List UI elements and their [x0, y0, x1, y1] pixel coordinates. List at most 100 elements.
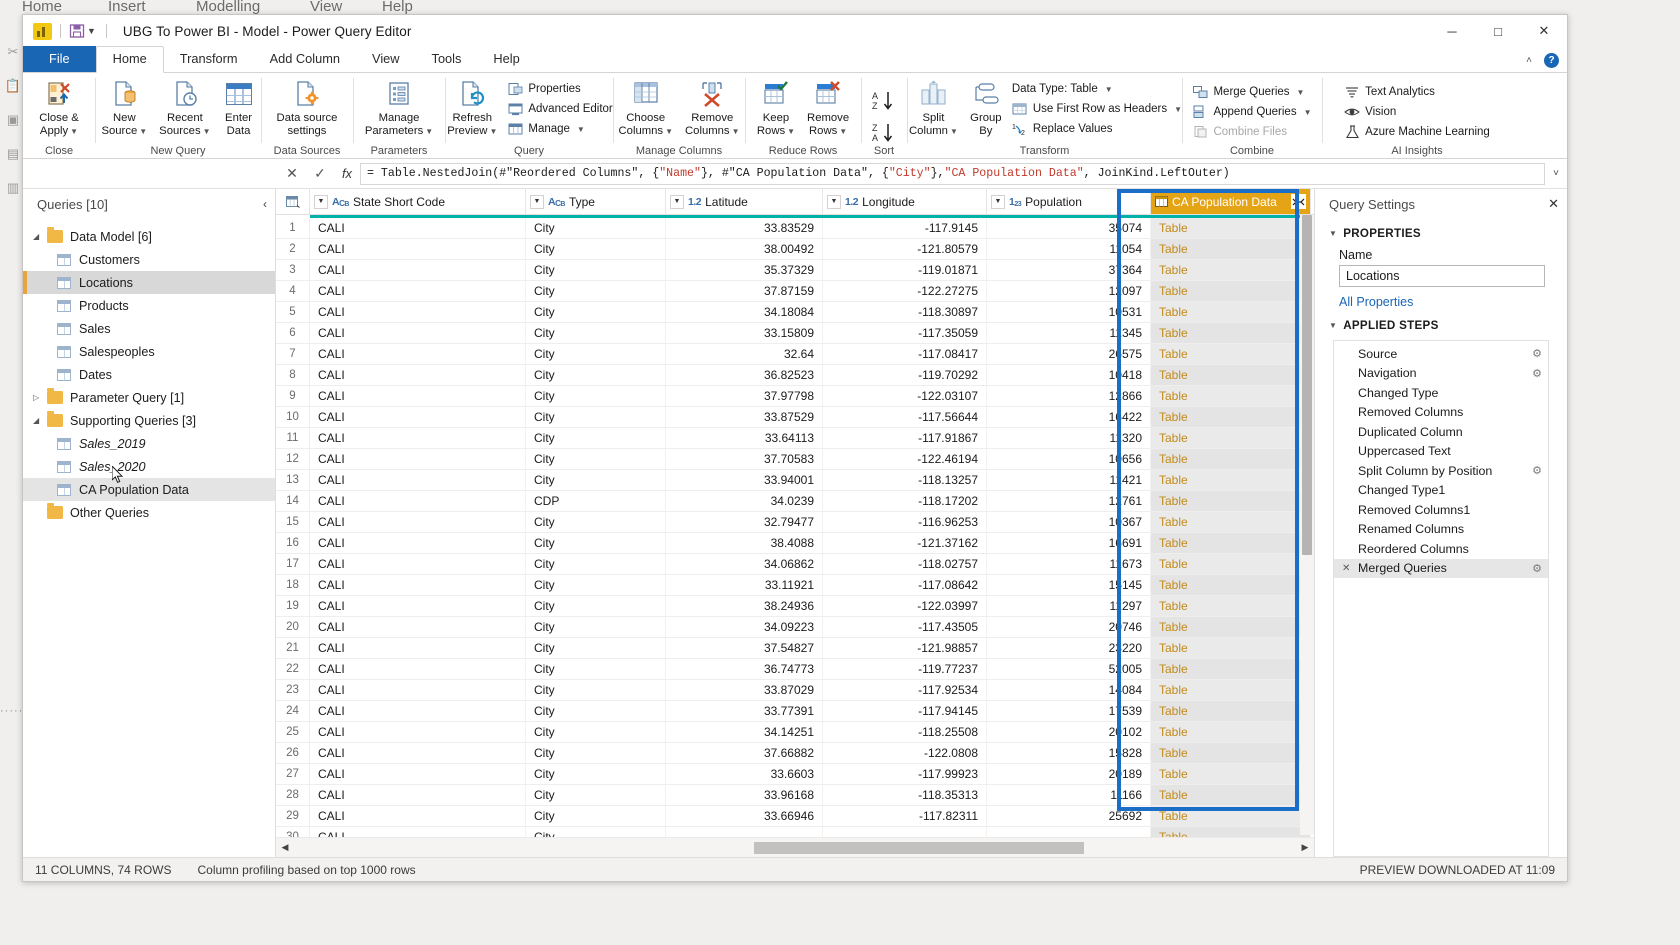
chevron-down-icon[interactable]: ▼	[139, 127, 147, 136]
cell-longitude[interactable]: -118.17202	[823, 491, 987, 511]
table-row[interactable]: 7 CALI City 32.64 -117.08417 26575 Table	[276, 344, 1314, 365]
cell-longitude[interactable]: -119.01871	[823, 260, 987, 280]
table-row[interactable]: 16 CALI City 38.4088 -121.37162 16691 Table	[276, 533, 1314, 554]
cell-longitude[interactable]: -117.9145	[823, 218, 987, 238]
cell-longitude[interactable]: -116.96253	[823, 512, 987, 532]
cell-state-short-code[interactable]: CALI	[310, 701, 526, 721]
cell-latitude[interactable]: 33.15809	[666, 323, 823, 343]
refresh-preview-button[interactable]: Refresh Preview ▼	[441, 76, 503, 140]
applied-step-changed-type[interactable]: Changed Type	[1334, 383, 1548, 403]
cell-ca-population-data[interactable]: Table	[1151, 722, 1311, 742]
cell-longitude[interactable]: -117.56644	[823, 407, 987, 427]
cell-state-short-code[interactable]: CALI	[310, 470, 526, 490]
column-header-state-short-code[interactable]: ▼ A C B State Short Code	[310, 189, 526, 214]
cell-state-short-code[interactable]: CALI	[310, 743, 526, 763]
vision-button[interactable]: Vision	[1340, 102, 1494, 122]
cell-ca-population-data[interactable]: Table	[1151, 575, 1311, 595]
table-row[interactable]: 18 CALI City 33.11921 -117.08642 15145 Table	[276, 575, 1314, 596]
table-row[interactable]: 19 CALI City 38.24936 -122.03997 11297 Table	[276, 596, 1314, 617]
split-column-button[interactable]: Split Column ▼	[903, 76, 964, 140]
query-item-customers[interactable]: Customers	[23, 248, 275, 271]
cell-state-short-code[interactable]: CALI	[310, 344, 526, 364]
chevron-down-icon[interactable]: ▼	[1105, 85, 1113, 94]
cell-latitude[interactable]: 38.24936	[666, 596, 823, 616]
host-tab-help[interactable]: Help	[382, 0, 413, 15]
cell-type[interactable]: City	[526, 827, 666, 837]
cell-latitude[interactable]	[666, 827, 823, 837]
cell-ca-population-data[interactable]: Table	[1151, 806, 1311, 826]
chevron-down-icon[interactable]: ▼	[1297, 88, 1305, 97]
query-item-sales[interactable]: Sales	[23, 317, 275, 340]
cell-population[interactable]: 12097	[987, 281, 1151, 301]
cell-state-short-code[interactable]: CALI	[310, 596, 526, 616]
cell-population[interactable]: 20102	[987, 722, 1151, 742]
column-filter-icon[interactable]: ▼	[530, 194, 544, 209]
chevron-down-icon[interactable]: ▼	[665, 127, 673, 136]
enter-data-button[interactable]: Enter Data	[217, 76, 261, 139]
table-row[interactable]: 22 CALI City 36.74773 -119.77237 52005 Table	[276, 659, 1314, 680]
table-row[interactable]: 11 CALI City 33.64113 -117.91867 11320 Table	[276, 428, 1314, 449]
cell-longitude[interactable]	[823, 827, 987, 837]
table-row[interactable]: 12 CALI City 37.70583 -122.46194 10656 Table	[276, 449, 1314, 470]
applied-step-changed-type1[interactable]: Changed Type1	[1334, 481, 1548, 501]
cell-state-short-code[interactable]: CALI	[310, 239, 526, 259]
applied-step-removed-columns[interactable]: Removed Columns	[1334, 403, 1548, 423]
table-row[interactable]: 21 CALI City 37.54827 -121.98857 23220 Table	[276, 638, 1314, 659]
host-tab-insert[interactable]: Insert	[108, 0, 146, 15]
vertical-scroll-thumb[interactable]	[1302, 215, 1312, 555]
help-icon[interactable]: ?	[1544, 53, 1559, 68]
cell-latitude[interactable]: 33.64113	[666, 428, 823, 448]
cell-state-short-code[interactable]: CALI	[310, 764, 526, 784]
applied-step-merged-queries[interactable]: ✕ Merged Queries ⚙	[1334, 558, 1548, 578]
table-row[interactable]: 5 CALI City 34.18084 -118.30897 10531 Table	[276, 302, 1314, 323]
table-row[interactable]: 2 CALI City 38.00492 -121.80579 11054 Table	[276, 239, 1314, 260]
cell-longitude[interactable]: -119.77237	[823, 659, 987, 679]
cell-latitude[interactable]: 33.96168	[666, 785, 823, 805]
cell-longitude[interactable]: -117.92534	[823, 680, 987, 700]
cell-state-short-code[interactable]: CALI	[310, 575, 526, 595]
cell-population[interactable]: 35074	[987, 218, 1151, 238]
cell-longitude[interactable]: -117.91867	[823, 428, 987, 448]
cell-state-short-code[interactable]: CALI	[310, 722, 526, 742]
column-filter-icon[interactable]: ▼	[991, 194, 1005, 209]
query-item-parameter-query-1[interactable]: ▷ Parameter Query [1]	[23, 386, 275, 409]
applied-step-removed-columns1[interactable]: Removed Columns1	[1334, 500, 1548, 520]
cell-ca-population-data[interactable]: Table	[1151, 638, 1311, 658]
chevron-down-icon[interactable]: ▼	[577, 125, 585, 134]
expand-collapse-icon-expanded[interactable]: ◢	[33, 232, 47, 241]
save-icon[interactable]	[69, 23, 85, 39]
ribbon-tab-transform[interactable]: Transform	[164, 47, 254, 72]
cell-longitude[interactable]: -117.94145	[823, 701, 987, 721]
maximize-button[interactable]: □	[1475, 15, 1521, 47]
cell-ca-population-data[interactable]: Table	[1151, 302, 1311, 322]
cell-type[interactable]: City	[526, 596, 666, 616]
remove-columns-button[interactable]: Remove Columns ▼	[679, 76, 746, 140]
close-settings-icon[interactable]: ✕	[1548, 196, 1559, 212]
cell-state-short-code[interactable]: CALI	[310, 323, 526, 343]
cell-type[interactable]: City	[526, 575, 666, 595]
cell-state-short-code[interactable]: CALI	[310, 785, 526, 805]
cell-state-short-code[interactable]: CALI	[310, 554, 526, 574]
keep-rows-button[interactable]: Keep Rows ▼	[751, 76, 801, 140]
all-properties-link[interactable]: All Properties	[1315, 287, 1567, 311]
cell-latitude[interactable]: 33.94001	[666, 470, 823, 490]
use-first-row-as-headers-button[interactable]: Use First Row as Headers ▼	[1008, 99, 1186, 119]
manage-button[interactable]: Manage ▼	[503, 119, 616, 139]
table-row[interactable]: 25 CALI City 34.14251 -118.25508 20102 Table	[276, 722, 1314, 743]
cell-type[interactable]: City	[526, 218, 666, 238]
chevron-down-icon[interactable]: ▼	[787, 127, 795, 136]
cell-ca-population-data[interactable]: Table	[1151, 743, 1311, 763]
query-item-other-queries[interactable]: Other Queries	[23, 501, 275, 524]
cell-ca-population-data[interactable]: Table	[1151, 218, 1311, 238]
cell-type[interactable]: City	[526, 617, 666, 637]
new-source-button[interactable]: New Source ▼	[95, 76, 153, 140]
column-header-type[interactable]: ▼ A C B Type	[526, 189, 666, 214]
applied-step-renamed-columns[interactable]: Renamed Columns	[1334, 520, 1548, 540]
chevron-down-icon[interactable]: ▼	[839, 127, 847, 136]
expand-columns-icon[interactable]	[1291, 194, 1306, 209]
ribbon-tab-file[interactable]: File	[23, 46, 96, 72]
minimize-button[interactable]: ─	[1429, 15, 1475, 47]
cell-state-short-code[interactable]: CALI	[310, 533, 526, 553]
cell-type[interactable]: City	[526, 659, 666, 679]
cell-population[interactable]: 11054	[987, 239, 1151, 259]
